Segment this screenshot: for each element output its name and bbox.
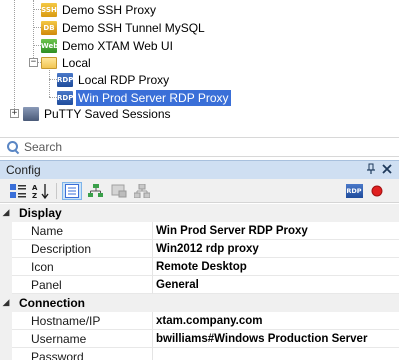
- property-row-password[interactable]: Password: [0, 348, 399, 360]
- rdp-icon: RDP: [57, 73, 73, 87]
- network-icon: [134, 184, 150, 198]
- svg-text:Z: Z: [32, 192, 37, 199]
- category-label: Connection: [19, 296, 85, 310]
- row-gutter: [0, 222, 12, 240]
- property-name: Panel: [12, 276, 153, 294]
- putty-icon: [23, 107, 39, 121]
- category-display[interactable]: ◢ Display: [0, 204, 399, 222]
- row-gutter: [0, 348, 12, 360]
- tree-guide-line: [49, 79, 57, 80]
- svg-text:A: A: [32, 184, 38, 192]
- connection-tree[interactable]: SSH Demo SSH Proxy DB Demo SSH Tunnel My…: [0, 0, 399, 134]
- property-name: Description: [12, 240, 153, 258]
- tree-item-label: Demo XTAM Web UI: [62, 39, 173, 53]
- category-label: Display: [19, 206, 62, 220]
- property-row-name[interactable]: Name Win Prod Server RDP Proxy: [0, 222, 399, 240]
- property-value[interactable]: Remote Desktop: [153, 258, 399, 276]
- database-icon: DB: [41, 21, 57, 35]
- row-gutter: [0, 240, 12, 258]
- sort-alphabetical-button[interactable]: A Z: [31, 182, 51, 200]
- property-value[interactable]: Win Prod Server RDP Proxy: [153, 222, 399, 240]
- tree-guide-line: [14, 0, 15, 113]
- property-row-panel[interactable]: Panel General: [0, 276, 399, 294]
- tree-item-local-folder[interactable]: Local: [41, 54, 93, 72]
- property-grid: ◢ Display Name Win Prod Server RDP Proxy…: [0, 204, 399, 360]
- row-gutter: [0, 312, 12, 330]
- web-icon: Web: [41, 39, 58, 53]
- row-gutter: [0, 276, 12, 294]
- collapse-icon[interactable]: ◢: [0, 298, 12, 308]
- collapse-icon[interactable]: ◢: [0, 208, 12, 218]
- tree-item-demo-ssh-tunnel-mysql[interactable]: DB Demo SSH Tunnel MySQL: [41, 19, 207, 37]
- rdp-icon: RDP: [345, 184, 363, 198]
- tree-item-demo-ssh-proxy[interactable]: SSH Demo SSH Proxy: [41, 1, 158, 19]
- tree-guide-line: [33, 27, 41, 28]
- tree-guide-line: [49, 97, 57, 98]
- tree-item-label: Win Prod Server RDP Proxy: [76, 90, 231, 106]
- property-pages-button[interactable]: [62, 182, 82, 200]
- tree-guide-line: [33, 45, 41, 46]
- default-settings-icon: [111, 184, 127, 198]
- tree-guide-line: [33, 9, 41, 10]
- property-name: Password: [12, 348, 153, 360]
- property-row-hostname[interactable]: Hostname/IP xtam.company.com: [0, 312, 399, 330]
- inheritance-icon: [88, 184, 103, 197]
- pin-icon[interactable]: [363, 163, 379, 178]
- ssh-icon: SSH: [41, 3, 57, 17]
- property-value[interactable]: xtam.company.com: [153, 312, 399, 330]
- categorized-view-button[interactable]: [8, 182, 28, 200]
- property-value[interactable]: Win2012 rdp proxy: [153, 240, 399, 258]
- property-value[interactable]: bwilliams#Windows Production Server: [153, 330, 399, 348]
- collapse-local-toggle[interactable]: −: [29, 58, 38, 67]
- tree-guide-line: [49, 70, 50, 97]
- property-pages-icon: [65, 184, 79, 198]
- categorized-icon: [10, 184, 26, 198]
- search-icon: [6, 140, 20, 154]
- config-panel-header: Config: [0, 160, 399, 179]
- property-name: Username: [12, 330, 153, 348]
- expand-putty-toggle[interactable]: +: [10, 109, 19, 118]
- sort-az-icon: A Z: [32, 184, 49, 199]
- property-row-description[interactable]: Description Win2012 rdp proxy: [0, 240, 399, 258]
- folder-icon: [41, 57, 57, 69]
- tree-item-label: Local: [62, 56, 91, 70]
- property-value[interactable]: [153, 348, 399, 360]
- property-row-icon[interactable]: Icon Remote Desktop: [0, 258, 399, 276]
- row-gutter: [0, 330, 12, 348]
- host-status-button[interactable]: [132, 182, 152, 200]
- row-gutter: [0, 258, 12, 276]
- rdp-protocol-button[interactable]: RDP: [344, 182, 364, 200]
- tree-item-label: Demo SSH Proxy: [62, 3, 157, 17]
- tree-item-label: Local RDP Proxy: [78, 73, 170, 87]
- property-name: Hostname/IP: [12, 312, 153, 330]
- config-toolbar: A Z RDP: [0, 179, 399, 203]
- panel-title: Config: [6, 163, 41, 177]
- property-name: Icon: [12, 258, 153, 276]
- property-name: Name: [12, 222, 153, 240]
- close-icon[interactable]: [379, 163, 395, 177]
- property-value[interactable]: General: [153, 276, 399, 294]
- record-icon: [371, 185, 383, 197]
- tree-item-local-rdp-proxy[interactable]: RDP Local RDP Proxy: [57, 71, 171, 89]
- default-inheritance-button[interactable]: [109, 182, 129, 200]
- tree-item-label: PuTTY Saved Sessions: [44, 107, 171, 121]
- search-bar: [0, 137, 399, 157]
- rdp-icon: RDP: [57, 91, 73, 105]
- inheritance-button[interactable]: [86, 182, 106, 200]
- property-row-username[interactable]: Username bwilliams#Windows Production Se…: [0, 330, 399, 348]
- record-button[interactable]: [367, 182, 387, 200]
- tree-item-putty-saved-sessions[interactable]: PuTTY Saved Sessions: [23, 105, 173, 123]
- category-connection[interactable]: ◢ Connection: [0, 294, 399, 312]
- search-input[interactable]: [24, 140, 384, 154]
- toolbar-separator: [56, 183, 57, 199]
- tree-item-label: Demo SSH Tunnel MySQL: [62, 21, 205, 35]
- tree-item-demo-xtam-web-ui[interactable]: Web Demo XTAM Web UI: [41, 37, 175, 55]
